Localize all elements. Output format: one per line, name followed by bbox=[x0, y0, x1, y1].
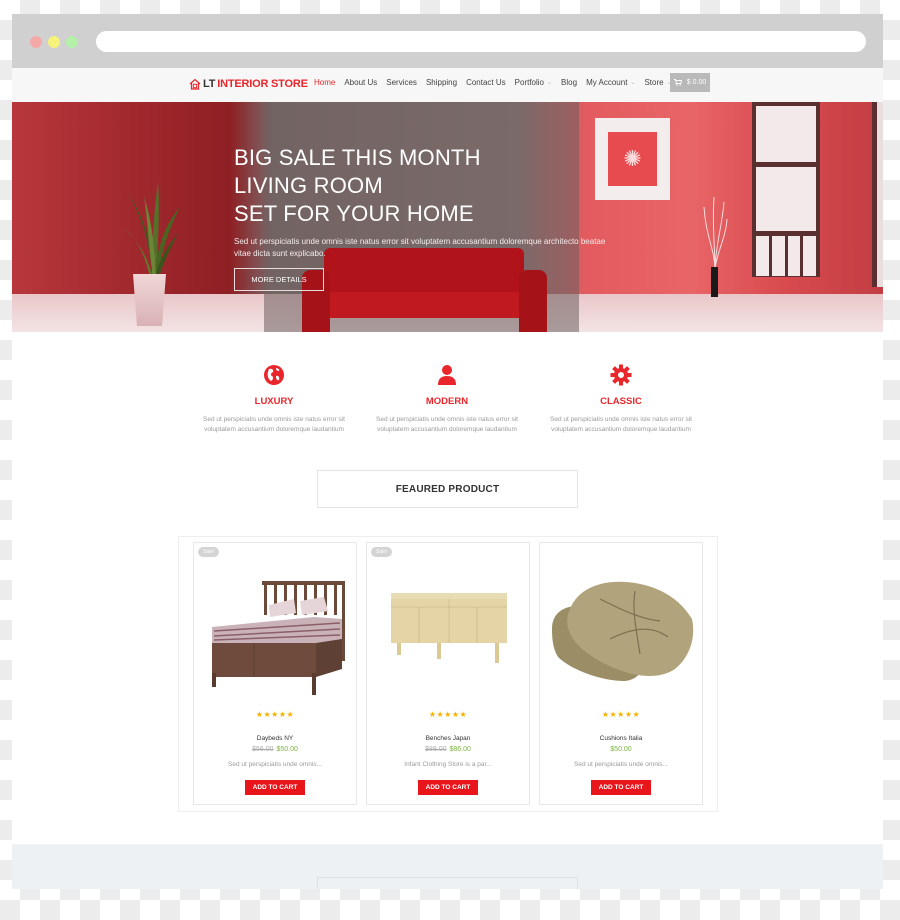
menu-label: Contact Us bbox=[466, 78, 506, 87]
product-description: Infant Clothing Store is a par... bbox=[404, 761, 492, 768]
minimize-window-button[interactable] bbox=[48, 36, 60, 48]
add-to-cart-button[interactable]: ADD TO CART bbox=[245, 780, 305, 795]
sale-price: $50.00 bbox=[610, 746, 632, 753]
menu-item-about-us[interactable]: About Us bbox=[344, 78, 377, 87]
product-image-cushion[interactable] bbox=[550, 569, 694, 699]
menu-label: Store bbox=[644, 78, 664, 87]
rating-stars: ★★★★★ bbox=[428, 710, 468, 719]
hero-content: BIG SALE THIS MONTH LIVING ROOM SET FOR … bbox=[234, 144, 624, 291]
product-name[interactable]: Daybeds NY bbox=[194, 735, 356, 742]
product-price: $56.00 $50.00 bbox=[194, 746, 356, 753]
feature-luxury: LUXURY Sed ut perspiciatis unde omnis is… bbox=[189, 364, 359, 435]
hero-title-line: SET FOR YOUR HOME bbox=[234, 201, 474, 226]
hero-title-line: BIG SALE THIS MONTH bbox=[234, 145, 481, 170]
feature-title: LUXURY bbox=[254, 396, 294, 407]
menu-item-my-account[interactable]: My Account ⌄ bbox=[586, 78, 635, 87]
menu-item-portfolio[interactable]: Portfolio ⌄ bbox=[515, 78, 552, 87]
plant-image bbox=[122, 182, 180, 277]
maximize-window-button[interactable] bbox=[66, 36, 78, 48]
product-price: $50.00 bbox=[540, 746, 702, 753]
menu-item-store[interactable]: Store⌄ bbox=[644, 78, 671, 87]
close-window-button[interactable] bbox=[30, 36, 42, 48]
product-card[interactable]: ★★★★★ Cushions Italia $50.00 Sed ut pers… bbox=[539, 542, 703, 805]
sale-price: $50.00 bbox=[276, 746, 298, 753]
product-image-bed[interactable] bbox=[204, 569, 348, 699]
feature-title: CLASSIC bbox=[600, 396, 642, 407]
sale-badge: Sale! bbox=[198, 547, 220, 557]
hero-banner: ✺ BIG SALE THIS MONTH LIVING ROOM SET FO… bbox=[12, 102, 883, 332]
feature-title: MODERN bbox=[425, 396, 469, 407]
cart-button[interactable]: $ 0.00 bbox=[670, 73, 710, 92]
menu-item-home[interactable]: Home bbox=[314, 78, 335, 87]
globe-icon bbox=[264, 365, 284, 385]
hero-description: Sed ut perspiciatis unde omnis iste natu… bbox=[234, 237, 606, 258]
product-card[interactable]: Sale! ★★★★★ Daybeds NY $56.00 $50.00 Sed … bbox=[193, 542, 357, 805]
house-icon bbox=[189, 78, 201, 90]
gear-icon bbox=[610, 364, 632, 386]
menu-label: Services bbox=[386, 78, 417, 87]
logo-name: INTERIOR STORE bbox=[217, 78, 308, 90]
feature-description: Sed ut perspiciatis unde omnis iste natu… bbox=[203, 416, 345, 433]
more-details-button[interactable]: MORE DETAILS bbox=[234, 268, 324, 291]
chevron-down-icon: ⌄ bbox=[547, 80, 553, 86]
menu-label: Home bbox=[314, 78, 336, 87]
next-section bbox=[12, 844, 883, 889]
product-name[interactable]: Benches Japan bbox=[367, 735, 529, 742]
next-section-title-box bbox=[317, 877, 578, 889]
hero-title-line: LIVING ROOM bbox=[234, 173, 383, 198]
menu-label: Shipping bbox=[425, 78, 458, 87]
menu-label: Blog bbox=[561, 78, 578, 87]
feature-modern: MODERN Sed ut perspiciatis unde omnis is… bbox=[362, 364, 532, 435]
product-description: Sed ut perspiciatis unde omnis... bbox=[228, 761, 322, 768]
menu-item-blog[interactable]: Blog bbox=[561, 78, 577, 87]
vase-image bbox=[711, 267, 718, 297]
room-window-image bbox=[752, 102, 820, 277]
feature-description: Sed ut perspiciatis unde omnis iste natu… bbox=[550, 416, 692, 433]
add-to-cart-button[interactable]: ADD TO CART bbox=[418, 780, 478, 795]
sale-price: $86.00 bbox=[449, 746, 471, 753]
room-window-edge bbox=[872, 102, 883, 287]
menu-label: Portfolio bbox=[514, 78, 545, 87]
address-bar[interactable] bbox=[96, 31, 866, 52]
twigs-image bbox=[703, 197, 728, 269]
menu-item-contact-us[interactable]: Contact Us bbox=[466, 78, 506, 87]
plant-pot-image bbox=[133, 274, 166, 326]
chevron-down-icon: ⌄ bbox=[630, 80, 636, 86]
product-card[interactable]: Sale! ★★★★★ Benches Japan $89.00 $86.00 I… bbox=[366, 542, 530, 805]
menu-item-services[interactable]: Services bbox=[386, 78, 417, 87]
menu-label: My Account bbox=[586, 78, 628, 87]
product-description: Sed ut perspiciatis unde omnis... bbox=[574, 761, 668, 768]
product-price: $89.00 $86.00 bbox=[367, 746, 529, 753]
sale-badge: Sale! bbox=[371, 547, 393, 557]
hero-title: BIG SALE THIS MONTH LIVING ROOM SET FOR … bbox=[234, 144, 624, 228]
site-logo[interactable]: LT INTERIOR STORE bbox=[189, 78, 308, 90]
menu-item-shipping[interactable]: Shipping bbox=[426, 78, 457, 87]
featured-section-title: FEAURED PRODUCT bbox=[317, 470, 578, 508]
cart-icon bbox=[673, 79, 682, 86]
rating-stars: ★★★★★ bbox=[601, 710, 641, 719]
browser-window: LT INTERIOR STORE Home About Us Services… bbox=[12, 14, 883, 889]
menu-label: About Us bbox=[344, 78, 378, 87]
rating-stars: ★★★★★ bbox=[255, 710, 295, 719]
product-grid: Sale! ★★★★★ Daybeds NY $56.00 $50.00 Sed … bbox=[178, 536, 718, 812]
product-image-sideboard[interactable] bbox=[377, 569, 521, 699]
user-icon bbox=[438, 365, 456, 385]
cart-total: $ 0.00 bbox=[686, 79, 707, 86]
site-header: LT INTERIOR STORE Home About Us Services… bbox=[12, 68, 883, 102]
logo-prefix: LT bbox=[203, 78, 216, 90]
browser-chrome bbox=[12, 14, 883, 68]
main-menu: Home About Us Services Shipping Contact … bbox=[314, 78, 672, 87]
add-to-cart-button[interactable]: ADD TO CART bbox=[591, 780, 651, 795]
old-price: $56.00 bbox=[252, 746, 274, 753]
feature-description: Sed ut perspiciatis unde omnis iste natu… bbox=[376, 416, 518, 433]
product-name[interactable]: Cushions Italia bbox=[540, 735, 702, 742]
old-price: $89.00 bbox=[425, 746, 447, 753]
feature-classic: CLASSIC Sed ut perspiciatis unde omnis i… bbox=[536, 364, 706, 435]
